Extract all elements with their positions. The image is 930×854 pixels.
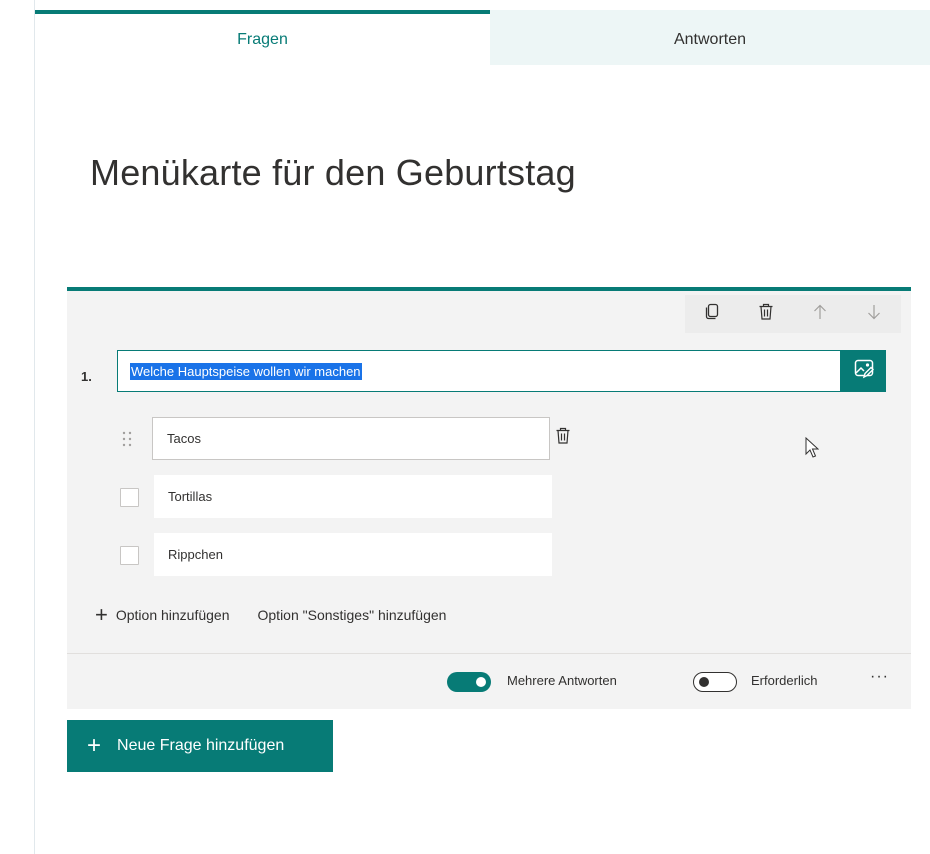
delete-option-icon[interactable] <box>555 427 571 450</box>
arrow-up-icon <box>813 304 827 325</box>
question-number: 1. <box>81 369 92 384</box>
option-input-2[interactable]: Tortillas <box>154 475 552 518</box>
option-row-1: Tacos <box>67 417 911 461</box>
question-toolbar <box>685 295 901 333</box>
add-option-row: + Option hinzufügen Option "Sonstiges" h… <box>95 604 446 626</box>
multiple-answers-label: Mehrere Antworten <box>507 673 617 688</box>
option-input-3[interactable]: Rippchen <box>154 533 552 576</box>
question-text-input[interactable]: Welche Hauptspeise wollen wir machen <box>117 350 841 392</box>
toggle-knob <box>476 677 486 687</box>
tab-fragen[interactable]: Fragen <box>35 10 490 65</box>
add-option-button[interactable]: Option hinzufügen <box>116 607 230 623</box>
option-checkbox-3[interactable] <box>120 546 139 565</box>
left-rail <box>0 0 35 854</box>
option-label-1: Tacos <box>167 431 201 446</box>
copy-question-button[interactable] <box>685 295 739 333</box>
toggle-knob <box>699 677 709 687</box>
drag-handle-icon[interactable] <box>122 431 132 452</box>
add-new-question-button[interactable]: + Neue Frage hinzufügen <box>67 720 333 772</box>
more-options-icon[interactable]: ··· <box>870 668 889 686</box>
plus-icon: + <box>87 732 102 759</box>
trash-icon <box>758 303 774 326</box>
tab-antworten[interactable]: Antworten <box>490 10 930 65</box>
option-row-3: Rippchen <box>67 533 911 577</box>
option-checkbox-2[interactable] <box>120 488 139 507</box>
add-new-question-label: Neue Frage hinzufügen <box>117 737 285 754</box>
delete-question-button[interactable] <box>739 295 793 333</box>
question-text-selected: Welche Hauptspeise wollen wir machen <box>130 362 362 380</box>
multiple-answers-toggle[interactable] <box>447 672 491 692</box>
mouse-cursor-icon <box>805 436 820 464</box>
add-other-option-button[interactable]: Option "Sonstiges" hinzufügen <box>258 607 447 623</box>
required-label: Erforderlich <box>751 673 818 688</box>
move-up-button[interactable] <box>793 295 847 333</box>
tab-antworten-label: Antworten <box>673 30 747 48</box>
page: Fragen Antworten Menükarte für den Gebur… <box>35 0 930 854</box>
copy-icon <box>704 303 720 326</box>
question-footer: Mehrere Antworten Erforderlich ··· <box>67 653 911 709</box>
move-down-button[interactable] <box>847 295 901 333</box>
insert-media-button[interactable] <box>841 350 886 392</box>
image-edit-icon <box>854 359 874 384</box>
form-title[interactable]: Menükarte für den Geburtstag <box>90 152 576 194</box>
option-label-2: Tortillas <box>168 489 213 504</box>
tab-bar: Fragen Antworten <box>35 10 930 65</box>
tab-fragen-label: Fragen <box>237 30 288 48</box>
arrow-down-icon <box>867 304 881 325</box>
plus-icon: + <box>95 602 108 627</box>
required-toggle[interactable] <box>693 672 737 692</box>
question-card[interactable]: 1. Welche Hauptspeise wollen wir machen … <box>67 287 911 709</box>
option-row-2: Tortillas <box>67 475 911 519</box>
option-label-3: Rippchen <box>168 547 223 562</box>
option-input-1[interactable]: Tacos <box>152 417 550 460</box>
